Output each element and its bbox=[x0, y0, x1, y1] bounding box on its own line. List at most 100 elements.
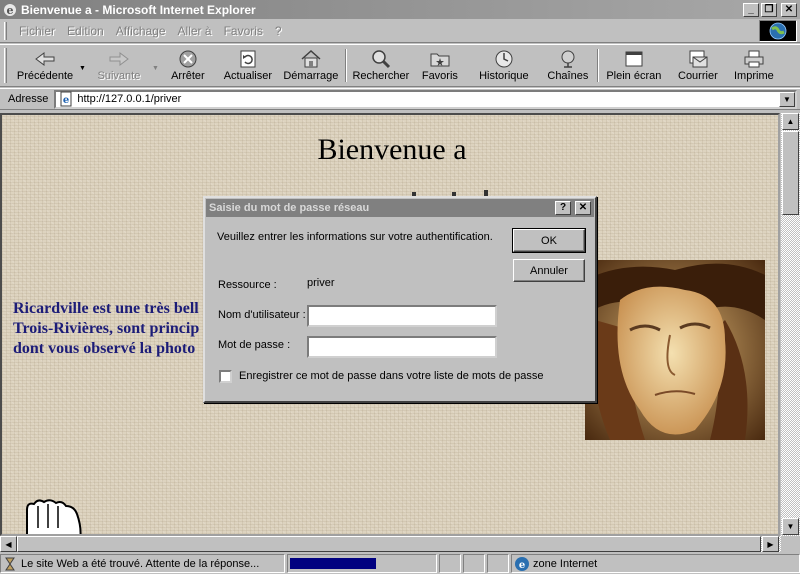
dialog-title: Saisie du mot de passe réseau bbox=[209, 202, 370, 214]
username-field[interactable] bbox=[307, 305, 497, 327]
vertical-scroll-thumb[interactable] bbox=[782, 131, 799, 215]
password-label: Mot de passe : bbox=[218, 339, 291, 351]
resource-value: priver bbox=[307, 277, 335, 289]
stop-label: Arrêter bbox=[171, 70, 205, 82]
favorites-icon bbox=[430, 53, 450, 67]
stop-button[interactable]: Arrêter bbox=[159, 45, 217, 86]
scroll-up-button[interactable]: ▲ bbox=[782, 113, 799, 130]
history-label: Historique bbox=[479, 70, 529, 82]
toolbar-grip bbox=[4, 48, 7, 83]
dialog-close-button[interactable]: ✕ bbox=[575, 201, 591, 215]
hand-drawing-image bbox=[26, 499, 82, 534]
menu-affichage[interactable]: Affichage bbox=[110, 24, 172, 38]
menu-bar: Fichier Edition Affichage Aller à Favori… bbox=[0, 19, 800, 43]
back-label: Précédente bbox=[16, 70, 74, 82]
cancel-button[interactable]: Annuler bbox=[513, 259, 585, 282]
maximize-button[interactable]: ❐ bbox=[761, 2, 777, 17]
favorites-button[interactable]: Favoris bbox=[413, 45, 467, 86]
refresh-button[interactable]: Actualiser bbox=[217, 45, 279, 86]
address-url: http://127.0.0.1/priver bbox=[77, 93, 182, 105]
intro-line: Ricardville est une très bell bbox=[13, 300, 199, 317]
internet-zone-icon: e bbox=[515, 556, 529, 571]
progress-pane bbox=[287, 554, 437, 573]
address-label: Adresse bbox=[8, 93, 49, 105]
zone-pane: e zone Internet bbox=[511, 554, 800, 573]
fullscreen-button[interactable]: Plein écran bbox=[601, 45, 667, 86]
vertical-scrollbar[interactable]: ▲ ▼ bbox=[781, 113, 800, 536]
status-bar: Le site Web a été trouvé. Attente de la … bbox=[0, 553, 800, 574]
horizontal-scroll-thumb[interactable] bbox=[17, 536, 761, 552]
mail-label: Courrier bbox=[678, 70, 718, 82]
hourglass-icon bbox=[5, 557, 15, 570]
scroll-right-button[interactable]: ▶ bbox=[762, 536, 779, 552]
status-pane-empty bbox=[487, 554, 509, 573]
minimize-button[interactable]: _ bbox=[743, 2, 759, 17]
search-icon bbox=[372, 50, 390, 69]
history-button[interactable]: Historique bbox=[467, 45, 541, 86]
home-icon bbox=[301, 49, 321, 68]
throbber-logo bbox=[759, 20, 797, 42]
menu-help[interactable]: ? bbox=[269, 24, 288, 38]
distorted-portrait-image bbox=[585, 260, 765, 440]
resource-label: Ressource : bbox=[218, 279, 277, 291]
menu-grip bbox=[4, 21, 7, 40]
favorites-label: Favoris bbox=[421, 70, 458, 82]
username-label: Nom d'utilisateur : bbox=[218, 309, 306, 321]
intro-paragraph: Ricardville est une très bell Trois-Rivi… bbox=[13, 299, 213, 359]
stop-icon bbox=[179, 50, 197, 68]
channels-label: Chaînes bbox=[547, 70, 589, 82]
dialog-title-bar[interactable]: Saisie du mot de passe réseau ? ✕ bbox=[206, 199, 594, 217]
back-arrow-icon bbox=[35, 52, 55, 66]
zone-text: zone Internet bbox=[533, 557, 598, 570]
menu-aller-a[interactable]: Aller à bbox=[172, 24, 218, 38]
forward-label: Suivante bbox=[97, 70, 141, 82]
refresh-label: Actualiser bbox=[223, 70, 273, 82]
channels-button[interactable]: Chaînes bbox=[541, 45, 595, 86]
home-button[interactable]: Démarrage bbox=[279, 45, 343, 86]
toolbar-separator bbox=[344, 49, 347, 82]
menu-fichier[interactable]: Fichier bbox=[13, 24, 61, 38]
address-dropdown-button[interactable]: ▼ bbox=[779, 91, 795, 107]
page-heading: Bienvenue a bbox=[317, 133, 467, 166]
dialog-help-button[interactable]: ? bbox=[555, 201, 571, 215]
status-pane-empty bbox=[463, 554, 485, 573]
forward-button[interactable]: Suivante bbox=[86, 45, 152, 86]
svg-text:e: e bbox=[63, 95, 69, 106]
ie-logo-icon: e bbox=[4, 3, 16, 17]
save-password-checkbox[interactable] bbox=[219, 370, 232, 383]
search-button[interactable]: Rechercher bbox=[349, 45, 413, 86]
forward-arrow-icon bbox=[109, 52, 129, 66]
back-button[interactable]: Précédente bbox=[11, 45, 79, 86]
print-button[interactable]: Imprime bbox=[729, 45, 779, 86]
close-window-button[interactable]: ✕ bbox=[781, 2, 797, 17]
status-text-pane: Le site Web a été trouvé. Attente de la … bbox=[0, 554, 285, 573]
print-icon bbox=[744, 50, 764, 68]
globe-icon bbox=[769, 22, 787, 40]
horizontal-scrollbar[interactable]: ◀ ▶ bbox=[0, 536, 781, 552]
history-icon bbox=[495, 50, 513, 68]
intro-line: dont vous observé la photo bbox=[13, 340, 196, 357]
window-title: Bienvenue a - Microsoft Internet Explore… bbox=[21, 2, 256, 17]
address-input[interactable]: e http://127.0.0.1/priver ▼ bbox=[54, 89, 797, 109]
password-field[interactable] bbox=[307, 336, 497, 358]
mail-button[interactable]: Courrier bbox=[667, 45, 729, 86]
standard-toolbar: Précédente ▼ Suivante ▼ Arrêter Actualis… bbox=[0, 44, 800, 87]
menu-favoris[interactable]: Favoris bbox=[218, 24, 269, 38]
save-password-label: Enregistrer ce mot de passe dans votre l… bbox=[239, 370, 544, 382]
page-icon: e bbox=[60, 91, 72, 107]
toolbar-separator-2 bbox=[596, 49, 599, 82]
scroll-left-button[interactable]: ◀ bbox=[0, 536, 17, 552]
ok-button[interactable]: OK bbox=[512, 228, 586, 253]
scroll-down-button[interactable]: ▼ bbox=[782, 518, 799, 535]
window-title-bar[interactable]: e Bienvenue a - Microsoft Internet Explo… bbox=[0, 0, 800, 19]
progress-bar-fill bbox=[290, 558, 376, 569]
menu-edition[interactable]: Edition bbox=[61, 24, 110, 38]
svg-text:e: e bbox=[519, 560, 525, 571]
status-text: Le site Web a été trouvé. Attente de la … bbox=[21, 557, 260, 570]
svg-text:e: e bbox=[7, 4, 14, 17]
search-label: Rechercher bbox=[352, 70, 410, 82]
forward-dropdown-arrow[interactable]: ▼ bbox=[152, 65, 159, 72]
back-dropdown-arrow[interactable]: ▼ bbox=[79, 65, 86, 72]
status-pane-empty bbox=[439, 554, 461, 573]
home-label: Démarrage bbox=[283, 70, 339, 82]
